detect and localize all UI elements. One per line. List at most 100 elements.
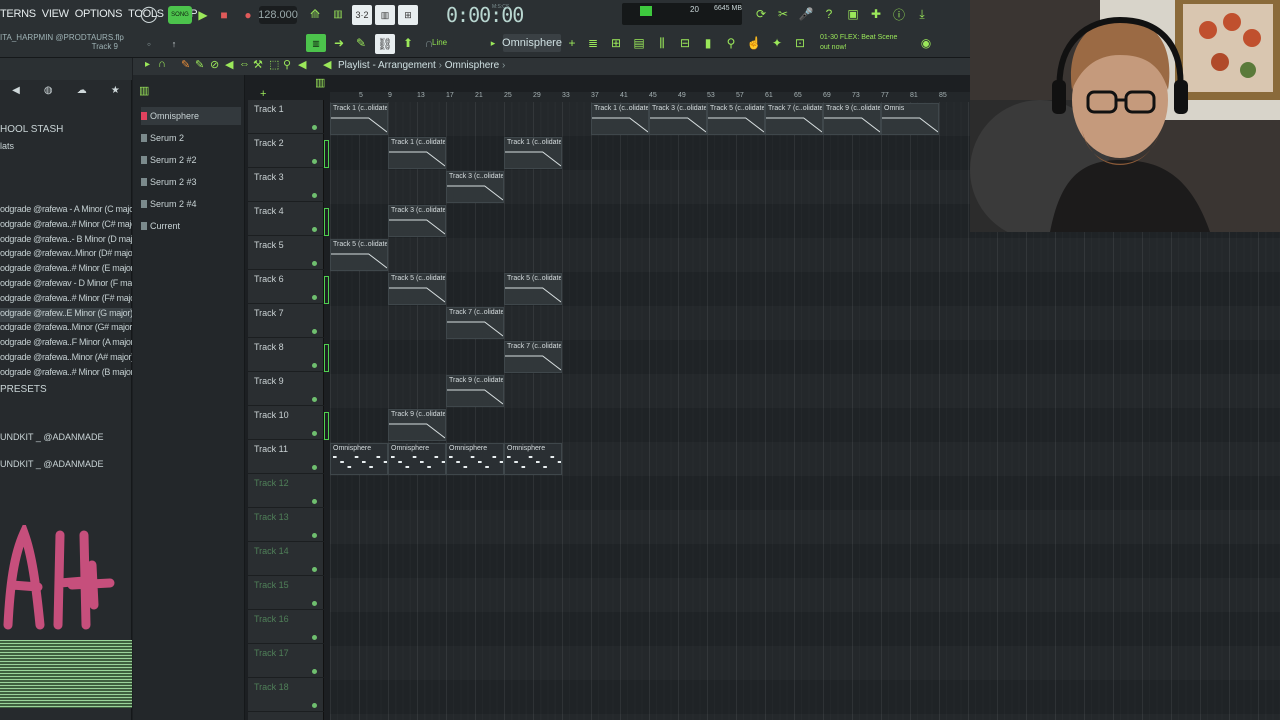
link-icon[interactable]: ⛓	[375, 34, 395, 54]
pattern-clip[interactable]: Omnisphere	[388, 443, 446, 475]
track-header[interactable]: Track 14	[248, 542, 324, 576]
draw-tool-icon[interactable]: ✎	[181, 58, 190, 71]
menu-options[interactable]: OPTIONS	[75, 8, 123, 20]
preset-item[interactable]: odgrade @rafewa..# Minor (B major)	[0, 367, 132, 382]
snap-selector[interactable]: Line	[432, 38, 447, 47]
track-header[interactable]: Track 5	[248, 236, 324, 270]
track-mute-led[interactable]	[312, 125, 317, 130]
piano-roll-view-icon[interactable]: ▤	[630, 34, 648, 52]
track-mute-led[interactable]	[312, 499, 317, 504]
channel-rack-icon[interactable]: ⊞	[607, 34, 625, 52]
track-mute-led[interactable]	[312, 397, 317, 402]
audio-clip[interactable]: Track 9 (c..olidated)	[823, 103, 881, 135]
delete-tool-icon[interactable]: ⊘	[210, 58, 219, 71]
tempo-display[interactable]: 128.000	[258, 6, 298, 24]
info-icon[interactable]: ⓘ	[890, 5, 908, 23]
mute-tool-icon[interactable]: ◀	[225, 58, 233, 71]
picker-item[interactable]: Serum 2 #4	[141, 195, 241, 213]
audio-clip[interactable]: Track 1 (c..olidated)	[388, 137, 446, 169]
paint-tool-icon[interactable]: ✎	[195, 58, 204, 71]
track-mute-led[interactable]	[312, 227, 317, 232]
project-icon[interactable]: ▮	[699, 34, 717, 52]
pencil-icon[interactable]: ✎	[352, 34, 370, 52]
folder-flats[interactable]: lats	[0, 141, 14, 151]
pattern-arrow-icon[interactable]: ▸	[484, 34, 502, 52]
track-mute-led[interactable]	[312, 329, 317, 334]
track-header[interactable]: Track 13	[248, 508, 324, 542]
preset-item[interactable]: odgrade @rafewa..- B Minor (D major)	[0, 234, 132, 249]
audio-clip[interactable]: Track 5 (c..olidated)	[330, 239, 388, 271]
track-header[interactable]: Track 11	[248, 440, 324, 474]
star-icon[interactable]: ★	[111, 85, 120, 96]
countdown-icon[interactable]: 3·2	[352, 5, 372, 25]
folder-presets[interactable]: PRESETS	[0, 384, 47, 395]
picker-item[interactable]: Serum 2	[141, 129, 241, 147]
audio-clip[interactable]: Track 9 (c..olidated)	[446, 375, 504, 407]
add-pattern-icon[interactable]: +	[563, 34, 581, 52]
piano-icon[interactable]: ▥	[139, 84, 149, 97]
track-header[interactable]: Track 17	[248, 644, 324, 678]
preset-item[interactable]: odgrade @rafewa..# Minor (F# major)	[0, 293, 132, 308]
stamp-icon[interactable]: ⬆	[399, 34, 417, 52]
picker-item[interactable]: Current	[141, 217, 241, 235]
pitch-value[interactable]: ↑	[165, 35, 183, 53]
audio-clip[interactable]: Track 3 (c..olidated)	[649, 103, 707, 135]
picker-item[interactable]: Omnisphere	[141, 107, 241, 125]
preset-item[interactable]: odgrade @rafewa..Minor (A# major)	[0, 352, 132, 367]
pattern-clip[interactable]: Omnisphere	[446, 443, 504, 475]
folder-soundkit-2[interactable]: UNDKIT _ @ADANMADE	[0, 459, 104, 469]
pitch-knob[interactable]: ◦	[140, 35, 158, 53]
plugin-db-icon[interactable]: ◍	[44, 85, 53, 96]
preset-item[interactable]: odgrade @rafewa..Minor (G# major)	[0, 322, 132, 337]
audio-clip[interactable]: Track 1 (c..olidated)	[504, 137, 562, 169]
track-mute-led[interactable]	[312, 567, 317, 572]
track-header[interactable]: Track 3	[248, 168, 324, 202]
track-mute-led[interactable]	[312, 431, 317, 436]
preset-item[interactable]: odgrade @rafewav..Minor (D# major)	[0, 248, 132, 263]
track-header[interactable]: Track 16	[248, 610, 324, 644]
refresh-icon[interactable]: ⟳	[752, 5, 770, 23]
select-tool-icon[interactable]: ⬚	[269, 58, 279, 71]
news-panel[interactable]: 01-30 FLEX: Beat Scene out now!	[820, 33, 897, 53]
track-header[interactable]: Track 1	[248, 100, 324, 134]
track-header[interactable]: Track 15	[248, 576, 324, 610]
tools-icon[interactable]: ✂	[774, 5, 792, 23]
preset-item[interactable]: odgrade @rafewa - A Minor (C major)	[0, 204, 132, 219]
track-mute-led[interactable]	[312, 465, 317, 470]
preset-item[interactable]: odgrade @rafewa..F Minor (A major)	[0, 337, 132, 352]
cloud-icon[interactable]: ☁	[77, 85, 87, 96]
track-header[interactable]: Track 2	[248, 134, 329, 168]
picker-item[interactable]: Serum 2 #3	[141, 173, 241, 191]
arrow-right-icon[interactable]: ➜	[330, 34, 348, 52]
timeline-ruler[interactable]: 5 9 13 17 21 25 29 33 37 41 45 49 53 57 61 65 69 73 77 81 85	[330, 92, 970, 102]
browser-icon[interactable]: ⊟	[676, 34, 694, 52]
pattern-clip[interactable]: Omnisphere	[330, 443, 388, 475]
track-header[interactable]: Track 4	[248, 202, 329, 236]
plugin-picker-icon[interactable]: ⚲	[722, 34, 740, 52]
metronome-icon[interactable]: ⟰	[306, 5, 324, 23]
touch-icon[interactable]: ☝	[745, 34, 763, 52]
track-mute-led[interactable]	[312, 601, 317, 606]
audio-clip[interactable]: Track 3 (c..olidated)	[388, 205, 446, 237]
playback-tool-icon[interactable]: ◀	[298, 58, 306, 71]
audio-clip[interactable]: Track 7 (c..olidated)	[504, 341, 562, 373]
menu-patterns[interactable]: TERNS	[0, 8, 36, 20]
pattern-clip[interactable]: Omnisphere	[504, 443, 562, 475]
audio-clip[interactable]: Track 5 (c..olidated)	[504, 273, 562, 305]
track-mute-led[interactable]	[312, 363, 317, 368]
magnet-snap-icon[interactable]: ∩	[158, 58, 166, 70]
track-header[interactable]: Track 12	[248, 474, 324, 508]
audio-clip[interactable]: Track 1 (c..olidated)	[591, 103, 649, 135]
time-display[interactable]: 0:00:00	[446, 3, 524, 27]
preset-item[interactable]: odgrade @rafew..E Minor (G major)	[0, 307, 132, 323]
picker-item[interactable]: Serum 2 #2	[141, 151, 241, 169]
menu-view[interactable]: VIEW	[42, 8, 69, 20]
track-mute-led[interactable]	[312, 159, 317, 164]
audio-clip[interactable]: Omnis	[881, 103, 939, 135]
wait-icon[interactable]: ▥	[329, 5, 347, 23]
piano-roll-icon[interactable]: ▥	[306, 34, 326, 52]
audio-clip[interactable]: Track 1 (c..olidated)	[330, 103, 388, 135]
audio-clip[interactable]: Track 5 (c..olidated)	[707, 103, 765, 135]
folder-school-stash[interactable]: HOOL STASH	[0, 124, 63, 135]
pattern-selector[interactable]: Omnisphere	[502, 34, 562, 52]
